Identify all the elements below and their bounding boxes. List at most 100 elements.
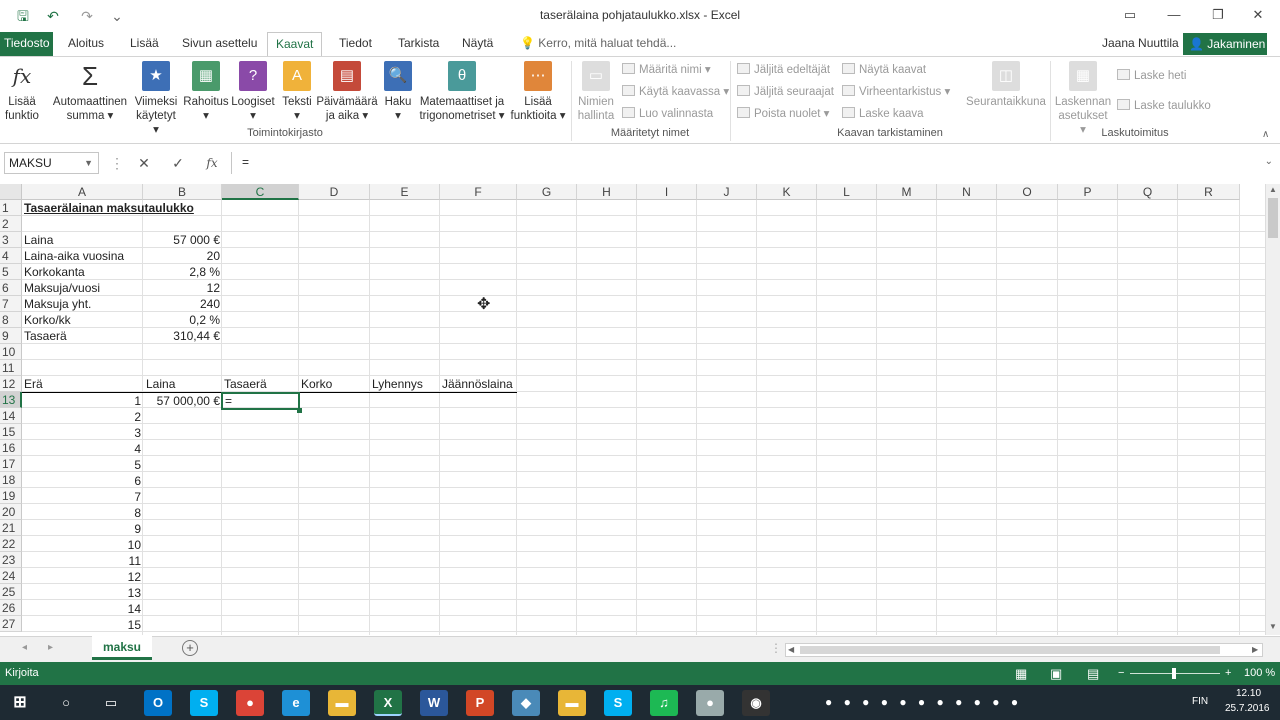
scroll-down-icon[interactable]: ▼ [1269,622,1277,631]
row-header-5[interactable]: 5 [0,264,22,280]
active-cell-c13[interactable] [221,392,300,410]
era-cell[interactable]: 11 [22,553,143,569]
era-cell[interactable]: 4 [22,441,143,457]
taskbar-chrome-icon[interactable]: ● [236,690,264,716]
remove-arrows-button[interactable]: Poista nuolet ▾ [737,107,829,121]
horizontal-scroll-thumb[interactable] [800,646,1220,654]
financial-button[interactable]: ▦ Rahoitus ▾ [182,61,230,123]
taskbar-app2-icon[interactable]: ● [696,690,724,716]
era-cell[interactable]: 14 [22,601,143,617]
next-sheet-icon[interactable]: ▸ [48,642,53,653]
sheet-title-cell[interactable]: Tasaerälainan maksutaulukko [22,200,196,216]
use-in-formula-button[interactable]: Käytä kaavassa ▾ [622,85,729,99]
vertical-scrollbar[interactable]: ▲ ▼ [1265,184,1280,635]
share-button[interactable]: 👤 Jakaminen [1183,33,1267,55]
row-header-8[interactable]: 8 [0,312,22,328]
row-header-26[interactable]: 26 [0,600,22,616]
header-cell-laina[interactable]: Laina [144,376,177,392]
row-header-19[interactable]: 19 [0,488,22,504]
normal-view-icon[interactable]: ▦ [1015,662,1027,685]
create-from-selection-button[interactable]: Luo valinnasta [622,107,713,121]
column-header-l[interactable]: L [817,184,877,200]
name-box[interactable]: MAKSU ▼ [4,152,99,174]
windows-start-icon[interactable]: ⊞ [6,690,34,716]
column-header-p[interactable]: P [1058,184,1118,200]
select-all-corner[interactable] [0,184,22,200]
scroll-left-icon[interactable]: ◀ [788,645,794,654]
row-header-22[interactable]: 22 [0,536,22,552]
trace-precedents-button[interactable]: Jäljitä edeltäjät [737,63,830,77]
taskbar-outlook-icon[interactable]: O [144,690,172,716]
fill-handle[interactable] [297,408,302,413]
header-cell-korko[interactable]: Korko [299,376,334,392]
era-cell[interactable]: 9 [22,521,143,537]
row-header-2[interactable]: 2 [0,216,22,232]
row-header-10[interactable]: 10 [0,344,22,360]
lookup-button[interactable]: 🔍 Haku ▾ [380,61,416,123]
era-cell[interactable]: 1 [22,393,143,409]
calculation-options-button[interactable]: ▦ Laskennan asetukset ▾ [1054,61,1112,137]
tab-formulas[interactable]: Kaavat [267,32,323,57]
formula-input[interactable]: = ⌄ [231,152,1277,174]
taskbar-spotify-icon[interactable]: ♫ [650,690,678,716]
column-header-d[interactable]: D [299,184,370,200]
close-button[interactable]: ✕ [1236,0,1280,30]
column-header-j[interactable]: J [697,184,757,200]
page-break-view-icon[interactable]: ▤ [1087,662,1099,685]
logical-button[interactable]: ? Loogiset ▾ [230,61,276,123]
row-header-17[interactable]: 17 [0,456,22,472]
recently-used-button[interactable]: ★ Viimeksi käytetyt ▾ [132,61,180,137]
text-functions-button[interactable]: A Teksti ▾ [278,61,316,123]
taskbar-skype-icon[interactable]: S [190,690,218,716]
clock-time[interactable]: 12.10 [1236,688,1261,699]
param-label-cell[interactable]: Maksuja/vuosi [22,280,102,296]
collapse-ribbon-icon[interactable]: ∧ [1262,129,1269,140]
column-header-o[interactable]: O [997,184,1058,200]
sheet-tab-maksu[interactable]: maksu [92,636,152,660]
column-header-c[interactable]: C [222,184,299,200]
evaluate-formula-button[interactable]: Laske kaava [842,107,924,121]
column-header-i[interactable]: I [637,184,697,200]
header-cell-tasaera[interactable]: Tasaerä [222,376,269,392]
column-header-g[interactable]: G [517,184,577,200]
header-cell-era[interactable]: Erä [22,376,45,392]
param-label-cell[interactable]: Tasaerä [22,328,69,344]
era-cell[interactable]: 12 [22,569,143,585]
prev-sheet-icon[interactable]: ◂ [22,642,27,653]
calculate-now-button[interactable]: Laske heti [1117,69,1186,83]
scroll-right-icon[interactable]: ▶ [1252,645,1258,654]
tab-page-layout[interactable]: Sivun asettelu [174,32,265,56]
param-value-cell[interactable]: 2,8 % [143,264,222,280]
clock-date[interactable]: 25.7.2016 [1225,703,1270,714]
row-header-6[interactable]: 6 [0,280,22,296]
column-header-a[interactable]: A [22,184,143,200]
name-manager-button[interactable]: ▭ Nimien hallinta [574,61,618,123]
column-header-h[interactable]: H [577,184,637,200]
horizontal-scrollbar[interactable]: ◀ ▶ [785,643,1263,657]
header-cell-jaannoslaina[interactable]: Jäännöslaina [440,376,515,392]
era-cell[interactable]: 7 [22,489,143,505]
more-functions-button[interactable]: ⋯ Lisää funktioita ▾ [508,61,568,123]
column-header-k[interactable]: K [757,184,817,200]
insert-function-button[interactable]: fx Lisää funktio [2,61,42,123]
taskbar-edge-icon[interactable]: e [282,690,310,716]
insert-function-icon[interactable]: fx [199,152,225,174]
ribbon-display-options-button[interactable]: ▭ [1108,0,1152,30]
tab-home[interactable]: Aloitus [60,32,112,56]
column-header-n[interactable]: N [937,184,997,200]
expand-formula-icon[interactable]: ⌄ [1265,152,1273,172]
vertical-scroll-thumb[interactable] [1268,198,1278,238]
worksheet-grid[interactable]: ABCDEFGHIJKLMNOPQR 1 2 3 4 5 6 7 8 9 10 11 12 13 14 15… [0,184,1265,635]
error-checking-button[interactable]: Virheentarkistus ▾ [842,85,950,99]
taskbar-skype2-icon[interactable]: S [604,690,632,716]
row-header-18[interactable]: 18 [0,472,22,488]
tell-me-box[interactable]: 💡 Kerro, mitä haluat tehdä... [512,32,684,56]
row-header-11[interactable]: 11 [0,360,22,376]
row-header-4[interactable]: 4 [0,248,22,264]
page-layout-view-icon[interactable]: ▣ [1050,662,1062,685]
taskbar-app-icon[interactable]: ◆ [512,690,540,716]
row-header-16[interactable]: 16 [0,440,22,456]
row-header-9[interactable]: 9 [0,328,22,344]
taskbar-excel-icon[interactable]: X [374,690,402,716]
math-trig-button[interactable]: θ Matemaattiset ja trigonometriset ▾ [418,61,506,123]
